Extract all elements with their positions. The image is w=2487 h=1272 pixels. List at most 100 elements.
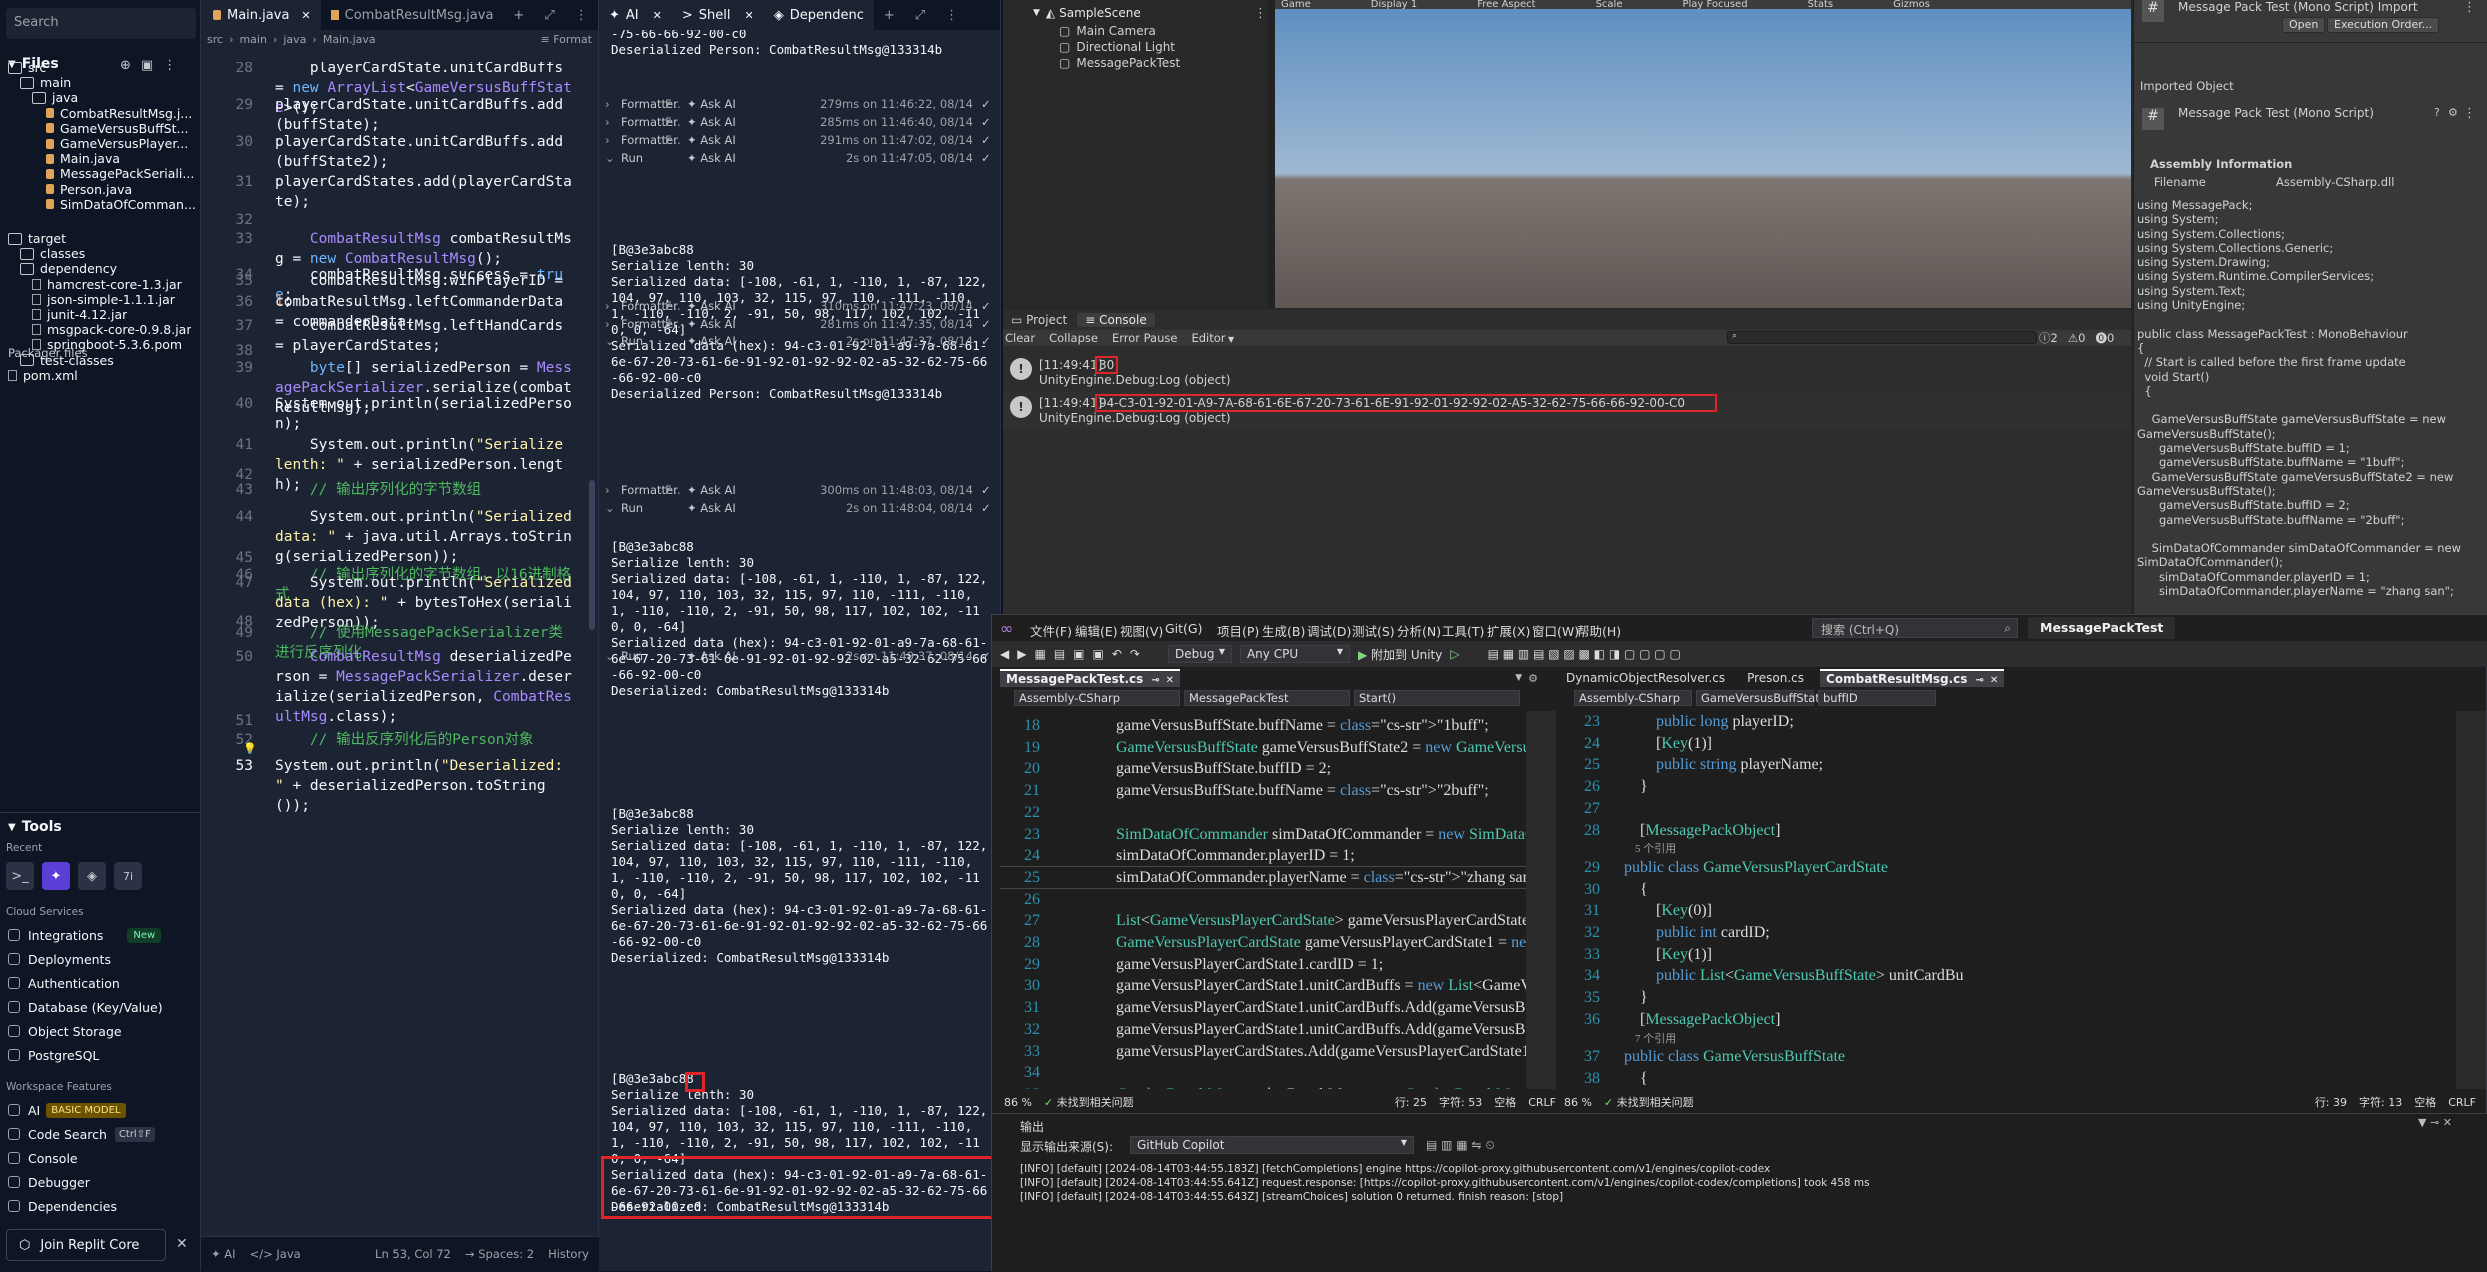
ask-ai-button[interactable]: ✦ Ask AI bbox=[687, 299, 755, 313]
eol-indicator[interactable]: CRLF bbox=[1528, 1096, 1556, 1109]
package-tool-icon[interactable]: ◈ bbox=[78, 862, 106, 890]
ask-ai-button[interactable]: ✦ Ask AI bbox=[687, 649, 755, 663]
editor-scrollbar[interactable] bbox=[589, 480, 595, 630]
toolbar-tools-icon[interactable]: ▤ ▦ ▥ ▤ ▧ ▨ ▩ ◧ ◨ ▢ ▢ ▢ ▢ bbox=[1488, 647, 1681, 661]
tree-item-dependency[interactable]: dependency bbox=[20, 261, 117, 276]
forward-icon[interactable]: ▶ bbox=[1017, 647, 1026, 661]
issues-status[interactable]: ✓ 未找到相关问题 bbox=[1604, 1094, 1694, 1110]
collapse-button[interactable]: Collapse bbox=[1049, 331, 1098, 345]
tree-item-messagepackseriali-[interactable]: MessagePackSeriali... bbox=[44, 166, 194, 181]
editor-dropdown[interactable]: Editor ▼ bbox=[1191, 331, 1234, 345]
pin-icon[interactable]: ⊸ bbox=[2430, 1116, 2439, 1129]
menu-4[interactable]: 项目(P) bbox=[1217, 621, 1259, 640]
help-icon[interactable]: ? bbox=[2434, 106, 2440, 119]
tool-ai[interactable]: AI BASIC MODEL bbox=[8, 1099, 126, 1121]
tool-object-storage[interactable]: Object Storage bbox=[8, 1020, 122, 1042]
left-editor-minimap[interactable] bbox=[1526, 711, 1556, 1089]
tool-integrations[interactable]: Integrations New bbox=[8, 924, 162, 946]
error-pause-button[interactable]: Error Pause bbox=[1112, 331, 1178, 345]
clear-button[interactable]: Clear bbox=[1005, 331, 1035, 345]
cursor-position[interactable]: Ln 53, Col 72 bbox=[375, 1247, 451, 1261]
lightbulb-icon[interactable]: 💡 bbox=[243, 742, 257, 755]
tab-messagepacktest-cs[interactable]: MessagePackTest.cs ⊸ ✕ bbox=[1000, 669, 1181, 687]
stats-button[interactable]: Stats bbox=[1808, 0, 1834, 9]
settings-icon[interactable]: ⚙ bbox=[1528, 672, 1538, 685]
expand-button[interactable]: ⤢ bbox=[905, 0, 935, 30]
scene-root[interactable]: ▼ ◭ SampleScene bbox=[1033, 6, 1141, 20]
project-nav-dropdown[interactable]: Assembly-CSharp bbox=[1014, 690, 1180, 706]
console-search-input[interactable]: ⌕ bbox=[1727, 331, 2037, 344]
menu-5[interactable]: 生成(B) bbox=[1262, 621, 1305, 640]
more-icon[interactable]: ⋮ bbox=[2463, 106, 2476, 121]
tree-item-test-classes[interactable]: test-classes bbox=[20, 353, 114, 368]
zoom-dropdown[interactable]: 86 % bbox=[1004, 1096, 1032, 1109]
pane-menu-button[interactable]: ⋮ bbox=[565, 0, 598, 30]
execution-order-button[interactable]: Execution Order... bbox=[2327, 17, 2440, 33]
run-entry[interactable]: ⌄ Run ✦ Ask AI 2s on 11:47:37, 08/14 ✓ bbox=[605, 329, 995, 353]
menu-6[interactable]: 调试(D) bbox=[1307, 621, 1351, 640]
tree-item-main-java[interactable]: Main.java bbox=[44, 151, 120, 166]
tree-item-hamcrest-core-1-3-jar[interactable]: hamcrest-core-1.3.jar bbox=[32, 277, 182, 292]
add-folder-icon[interactable]: ▣ bbox=[141, 58, 153, 73]
tree-item-person-java[interactable]: Person.java bbox=[44, 182, 132, 197]
close-icon[interactable]: ✕ bbox=[176, 1236, 188, 1252]
tool-code-search[interactable]: Code Search Ctrl⇧F bbox=[8, 1123, 155, 1145]
undo-icon[interactable]: ↶ bbox=[1112, 647, 1122, 661]
chevron-icon[interactable]: › bbox=[605, 483, 621, 497]
close-tab-icon[interactable]: ✕ bbox=[1990, 675, 1998, 686]
menu-10[interactable]: 扩展(X) bbox=[1487, 621, 1530, 640]
console-log-entry[interactable]: ! [11:49:41] 94-C3-01-92-01-A9-7A-68-61-6E… bbox=[1003, 392, 2131, 428]
run-entry[interactable]: ⌄ Run ✦ Ask AI 2s on 11:49:37, 08/14 ✓ bbox=[605, 644, 995, 668]
close-icon[interactable]: ✕ bbox=[2443, 1116, 2452, 1129]
tools-header[interactable]: ▼ Tools bbox=[8, 819, 62, 835]
more-icon[interactable]: ⋮ bbox=[163, 58, 176, 73]
tab-project[interactable]: ▭ Project bbox=[1003, 313, 1075, 327]
hierarchy-item-main-camera[interactable]: ▢ Main Camera bbox=[1059, 24, 1156, 38]
ask-ai-button[interactable]: ✦ Ask AI bbox=[687, 115, 755, 129]
menu-11[interactable]: 窗口(W) bbox=[1532, 621, 1579, 640]
hierarchy-item-directional-light[interactable]: ▢ Directional Light bbox=[1059, 40, 1175, 54]
history-button[interactable]: History bbox=[548, 1247, 589, 1261]
menu-3[interactable]: Git(G) bbox=[1165, 621, 1203, 636]
menu-12[interactable]: 帮助(H) bbox=[1577, 621, 1621, 640]
tool-authentication[interactable]: Authentication bbox=[8, 972, 120, 994]
tree-item-pom-xml[interactable]: pom.xml bbox=[8, 368, 78, 383]
breadcrumb-src[interactable]: src bbox=[207, 33, 223, 47]
right-editor-minimap[interactable] bbox=[2456, 711, 2486, 1089]
tool-postgresql[interactable]: PostgreSQL bbox=[8, 1044, 99, 1066]
chevron-icon[interactable]: › bbox=[605, 115, 621, 129]
tab-dependencies[interactable]: ◈ Dependenc bbox=[763, 0, 874, 30]
tree-item-json-simple-1-1-1-jar[interactable]: json-simple-1.1.1.jar bbox=[32, 292, 175, 307]
hierarchy-item-messagepacktest[interactable]: ▢ MessagePackTest bbox=[1059, 56, 1180, 70]
new-tab-button[interactable]: + bbox=[503, 0, 534, 30]
game-tab[interactable]: Game bbox=[1281, 0, 1311, 9]
gizmos-button[interactable]: Gizmos bbox=[1893, 0, 1930, 9]
breadcrumb-main[interactable]: main bbox=[239, 33, 266, 47]
tree-item-target[interactable]: target bbox=[8, 231, 66, 246]
ask-ai-button[interactable]: ✦ Ask AI bbox=[687, 133, 755, 147]
code-area[interactable]: 27 playerCardState.cardID = 1;28 playerC… bbox=[201, 62, 599, 1232]
redo-icon[interactable]: ↷ bbox=[1130, 647, 1140, 661]
tree-item-combatresultmsg-j-[interactable]: CombatResultMsg.j... bbox=[44, 106, 192, 121]
left-code-editor[interactable]: 18 gameVersusBuffState.buffName = class=… bbox=[1000, 711, 1526, 1089]
pane-menu-button[interactable]: ⋮ bbox=[935, 0, 968, 30]
tool-console[interactable]: Console bbox=[8, 1147, 78, 1169]
tab-preson-cs[interactable]: Preson.cs bbox=[1741, 670, 1810, 686]
member-nav-dropdown[interactable]: buffID bbox=[1818, 690, 1936, 706]
format-button[interactable]: ≡ Format bbox=[541, 33, 592, 47]
tree-item-classes[interactable]: classes bbox=[20, 246, 85, 261]
tool-dependencies[interactable]: Dependencies bbox=[8, 1195, 117, 1217]
chevron-icon[interactable]: › bbox=[605, 133, 621, 147]
more-icon[interactable]: ⋮ bbox=[1254, 6, 1267, 21]
output-source-dropdown[interactable]: GitHub Copilot ▼ bbox=[1130, 1136, 1414, 1154]
run-entry[interactable]: ⌄ Run ✦ Ask AI 2s on 11:48:04, 08/14 ✓ bbox=[605, 496, 995, 520]
project-nav-dropdown[interactable]: Assembly-CSharp bbox=[1574, 690, 1692, 706]
pin-icon[interactable]: ⊸ bbox=[1151, 675, 1159, 686]
ask-ai-button[interactable]: ✦ Ask AI bbox=[687, 97, 755, 111]
code-line[interactable]: 25 simDataOfCommander.playerName = class… bbox=[1000, 865, 1526, 889]
menu-0[interactable]: 文件(F) bbox=[1030, 621, 1072, 640]
chevron-down-icon[interactable]: ▼ bbox=[2418, 1116, 2426, 1129]
play-focused-dropdown[interactable]: Play Focused bbox=[1682, 0, 1747, 9]
panel-splitter[interactable] bbox=[1268, 0, 1275, 308]
more-icon[interactable]: ⋮ bbox=[2463, 0, 2476, 15]
